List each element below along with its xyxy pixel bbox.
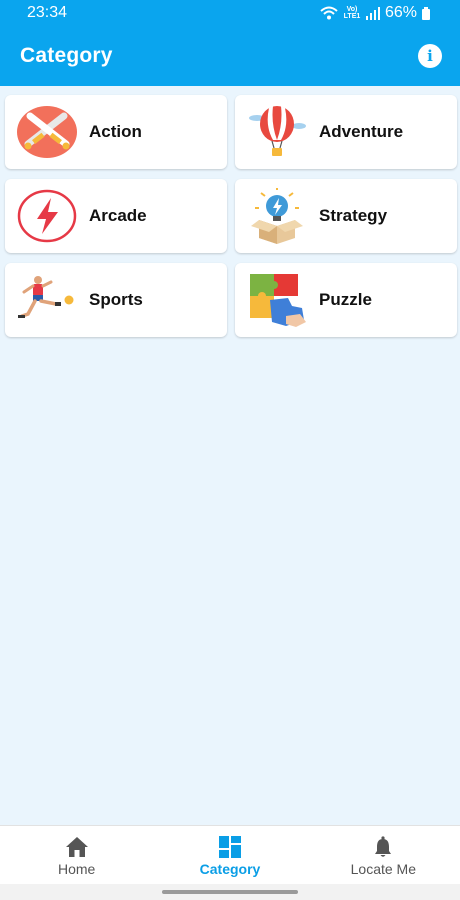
dashboard-icon [218, 836, 241, 858]
info-glyph: i [427, 47, 433, 65]
bell-icon [375, 836, 392, 857]
home-icon [65, 837, 88, 857]
nav-label: Home [57, 861, 96, 877]
network-label: Vo) LTE1 [343, 6, 361, 20]
crossed-swords-icon [15, 104, 79, 160]
battery-percent: 66% [384, 4, 417, 21]
bottom-nav: Home Category Locate Me [0, 825, 460, 884]
page-title: Category [20, 44, 113, 67]
category-label: Puzzle [319, 290, 372, 309]
status-time: 23:34 [27, 4, 68, 21]
app-bar: 23:34 Vo) LTE1 66% Category i [0, 0, 460, 86]
battery-icon [422, 6, 430, 20]
lightbulb-box-icon [245, 188, 309, 244]
nav-label: Locate Me [350, 861, 416, 877]
nav-home[interactable]: Home [0, 826, 153, 884]
nav-category[interactable]: Category [153, 826, 306, 884]
puzzle-icon [245, 272, 309, 328]
category-card-adventure[interactable]: Adventure [235, 95, 457, 169]
category-label: Adventure [319, 122, 404, 141]
gesture-area [0, 884, 460, 900]
hot-air-balloon-icon [245, 104, 309, 160]
lightning-icon [15, 188, 79, 244]
category-card-arcade[interactable]: Arcade [5, 179, 227, 253]
category-label: Sports [89, 290, 143, 309]
category-label: Arcade [89, 206, 147, 225]
nav-locate-me[interactable]: Locate Me [307, 826, 460, 884]
wifi-icon [320, 6, 338, 20]
category-card-sports[interactable]: Sports [5, 263, 227, 337]
category-card-strategy[interactable]: Strategy [235, 179, 457, 253]
soccer-player-icon [15, 272, 79, 328]
category-label: Strategy [319, 206, 388, 225]
signal-icon [365, 6, 380, 20]
nav-label: Category [199, 861, 261, 877]
status-icons: Vo) LTE1 66% [320, 4, 430, 22]
category-label: Action [89, 122, 142, 141]
category-card-puzzle[interactable]: Puzzle [235, 263, 457, 337]
gesture-handle[interactable] [162, 890, 298, 894]
status-bar: 23:34 Vo) LTE1 66% [0, 0, 460, 28]
category-grid: Action Adventure Arcade Strategy Sports … [5, 95, 457, 337]
info-icon[interactable]: i [418, 44, 442, 68]
category-card-action[interactable]: Action [5, 95, 227, 169]
